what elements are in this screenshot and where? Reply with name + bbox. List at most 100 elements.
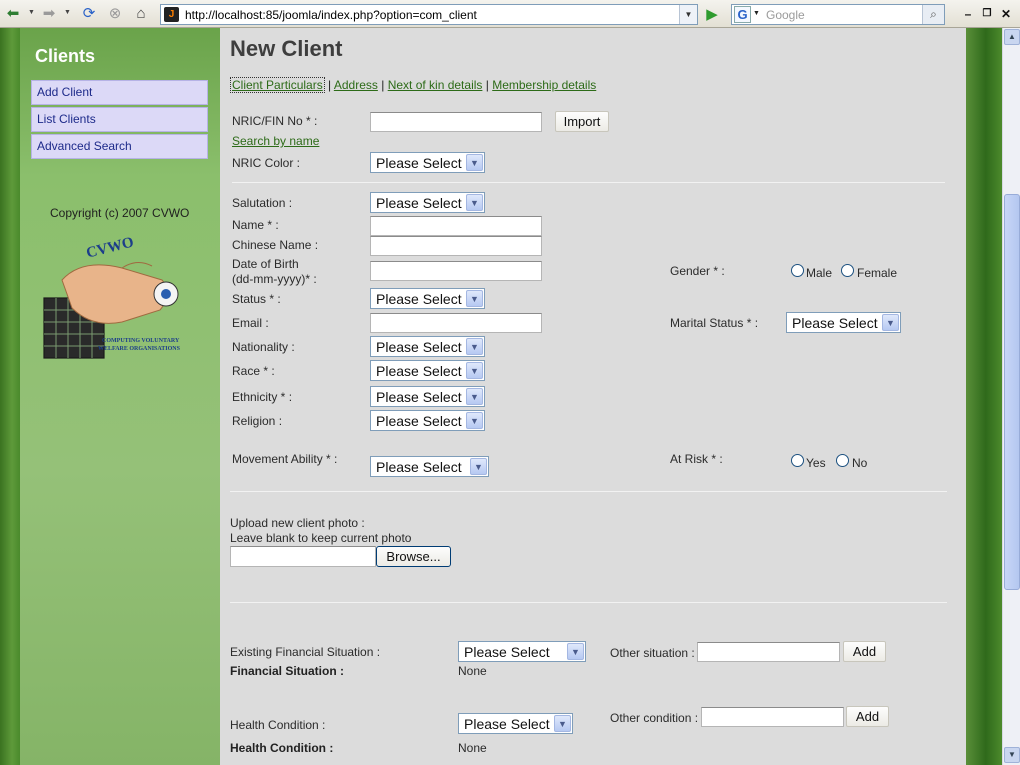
search-engine-dropdown-icon[interactable]: ▼	[753, 10, 760, 17]
select-value: Please Select	[376, 339, 462, 355]
chevron-down-icon[interactable]: ▼	[470, 458, 487, 475]
select-value: Please Select	[376, 413, 462, 429]
status-select[interactable]: Please Select ▼	[370, 288, 485, 309]
chevron-down-icon[interactable]: ▼	[466, 154, 483, 171]
divider	[232, 182, 945, 183]
tab-next-of-kin[interactable]: Next of kin details	[388, 78, 483, 92]
search-by-name-link[interactable]: Search by name	[232, 134, 319, 148]
chevron-down-icon[interactable]: ▼	[466, 290, 483, 307]
home-icon[interactable]: ⌂	[132, 5, 150, 23]
add-situation-button[interactable]: Add	[843, 641, 886, 662]
google-engine-icon[interactable]: G	[734, 6, 751, 23]
address-url[interactable]: http://localhost:85/joomla/index.php?opt…	[185, 8, 477, 22]
email-label: Email :	[232, 316, 269, 330]
financial-situation-select[interactable]: Please Select ▼	[458, 641, 586, 662]
select-value: Please Select	[376, 195, 462, 211]
ethnicity-select[interactable]: Please Select ▼	[370, 386, 485, 407]
scroll-up-icon[interactable]: ▲	[1004, 29, 1020, 45]
back-arrow-icon[interactable]: ⬅	[4, 5, 22, 23]
gender-female-radio[interactable]	[841, 264, 854, 277]
reload-icon[interactable]: ⟳	[80, 5, 98, 23]
grass-border-right	[966, 28, 1002, 765]
marital-status-label: Marital Status * :	[670, 316, 759, 330]
chevron-down-icon[interactable]: ▼	[554, 715, 571, 732]
browse-button[interactable]: Browse...	[376, 546, 451, 567]
race-select[interactable]: Please Select ▼	[370, 360, 485, 381]
search-box[interactable]: G ▼ Google ⌕	[731, 4, 945, 25]
tab-client-particulars[interactable]: Client Particulars	[230, 77, 325, 93]
nric-label: NRIC/FIN No * :	[232, 114, 318, 128]
select-value: Please Select	[792, 315, 878, 331]
existing-financial-label: Existing Financial Situation :	[230, 645, 381, 659]
chinese-name-label: Chinese Name :	[232, 238, 319, 252]
select-value: Please Select	[376, 155, 462, 171]
race-label: Race * :	[232, 364, 275, 378]
name-label: Name * :	[232, 218, 279, 232]
back-dropdown-icon[interactable]: ▼	[28, 9, 35, 16]
marital-status-select[interactable]: Please Select ▼	[786, 312, 901, 333]
movement-ability-select[interactable]: Please Select ▼	[370, 456, 489, 477]
at-risk-no-radio[interactable]	[836, 454, 849, 467]
nric-input[interactable]	[370, 112, 542, 132]
other-condition-input[interactable]	[701, 707, 844, 727]
chevron-down-icon[interactable]: ▼	[567, 643, 584, 660]
chevron-down-icon[interactable]: ▼	[466, 362, 483, 379]
religion-select[interactable]: Please Select ▼	[370, 410, 485, 431]
minimize-icon[interactable]: –	[960, 6, 976, 22]
divider	[230, 491, 947, 492]
chevron-down-icon[interactable]: ▼	[882, 314, 899, 331]
at-risk-yes-radio[interactable]	[791, 454, 804, 467]
chevron-down-icon[interactable]: ▼	[466, 194, 483, 211]
divider	[230, 602, 947, 603]
select-value: Please Select	[464, 644, 550, 660]
photo-file-input[interactable]	[230, 546, 376, 567]
name-input[interactable]	[370, 216, 542, 236]
chevron-down-icon[interactable]: ▼	[466, 412, 483, 429]
email-input[interactable]	[370, 313, 542, 333]
dob-input[interactable]	[370, 261, 542, 281]
tab-address[interactable]: Address	[334, 78, 378, 92]
vertical-scrollbar[interactable]: ▲ ▼	[1002, 28, 1020, 765]
scroll-down-icon[interactable]: ▼	[1004, 747, 1020, 763]
import-button[interactable]: Import	[555, 111, 609, 132]
nationality-select[interactable]: Please Select ▼	[370, 336, 485, 357]
logo-caption-1: COMPUTING VOLUNTARY	[102, 338, 180, 344]
tab-bar: Client Particulars | Address | Next of k…	[230, 77, 596, 93]
site-favicon-icon: J	[164, 7, 179, 22]
other-situation-input[interactable]	[697, 642, 840, 662]
sidebar-item-add-client[interactable]: Add Client	[31, 80, 208, 105]
health-condition-select[interactable]: Please Select ▼	[458, 713, 573, 734]
at-risk-no-label: No	[852, 456, 868, 470]
salutation-select[interactable]: Please Select ▼	[370, 192, 485, 213]
forward-arrow-icon[interactable]: ➡	[40, 5, 58, 23]
sidebar-item-advanced-search[interactable]: Advanced Search	[31, 134, 208, 159]
stop-icon[interactable]: ⊗	[106, 5, 124, 23]
select-value: Please Select	[376, 459, 462, 475]
close-icon[interactable]: ✕	[998, 6, 1014, 22]
chevron-down-icon[interactable]: ▼	[466, 388, 483, 405]
url-dropdown-icon[interactable]: ▼	[679, 5, 697, 24]
health-condition-label: Health Condition :	[230, 741, 334, 755]
copyright-text: Copyright (c) 2007 CVWO	[50, 206, 190, 220]
nric-color-select[interactable]: Please Select ▼	[370, 152, 485, 173]
address-bar[interactable]: J http://localhost:85/joomla/index.php?o…	[160, 4, 698, 25]
restore-icon[interactable]: ❐	[979, 6, 995, 22]
chevron-down-icon[interactable]: ▼	[466, 338, 483, 355]
at-risk-yes-label: Yes	[806, 456, 826, 470]
add-condition-button[interactable]: Add	[846, 706, 889, 727]
go-arrow-icon[interactable]: ▶	[702, 5, 722, 24]
tab-membership[interactable]: Membership details	[492, 78, 596, 92]
forward-dropdown-icon[interactable]: ▼	[64, 9, 71, 16]
dob-label-line1: Date of Birth	[232, 257, 299, 271]
search-magnifier-icon[interactable]: ⌕	[922, 5, 944, 24]
movement-ability-label: Movement Ability * :	[232, 452, 338, 466]
scroll-thumb[interactable]	[1004, 194, 1020, 590]
search-placeholder[interactable]: Google	[766, 8, 805, 22]
sidebar-item-list-clients[interactable]: List Clients	[31, 107, 208, 132]
tab-separator: |	[485, 78, 489, 92]
salutation-label: Salutation :	[232, 196, 293, 210]
gender-male-radio[interactable]	[791, 264, 804, 277]
logo-caption-2: WELFARE ORGANISATIONS	[98, 346, 180, 352]
chinese-name-input[interactable]	[370, 236, 542, 256]
page-title: New Client	[230, 36, 343, 61]
